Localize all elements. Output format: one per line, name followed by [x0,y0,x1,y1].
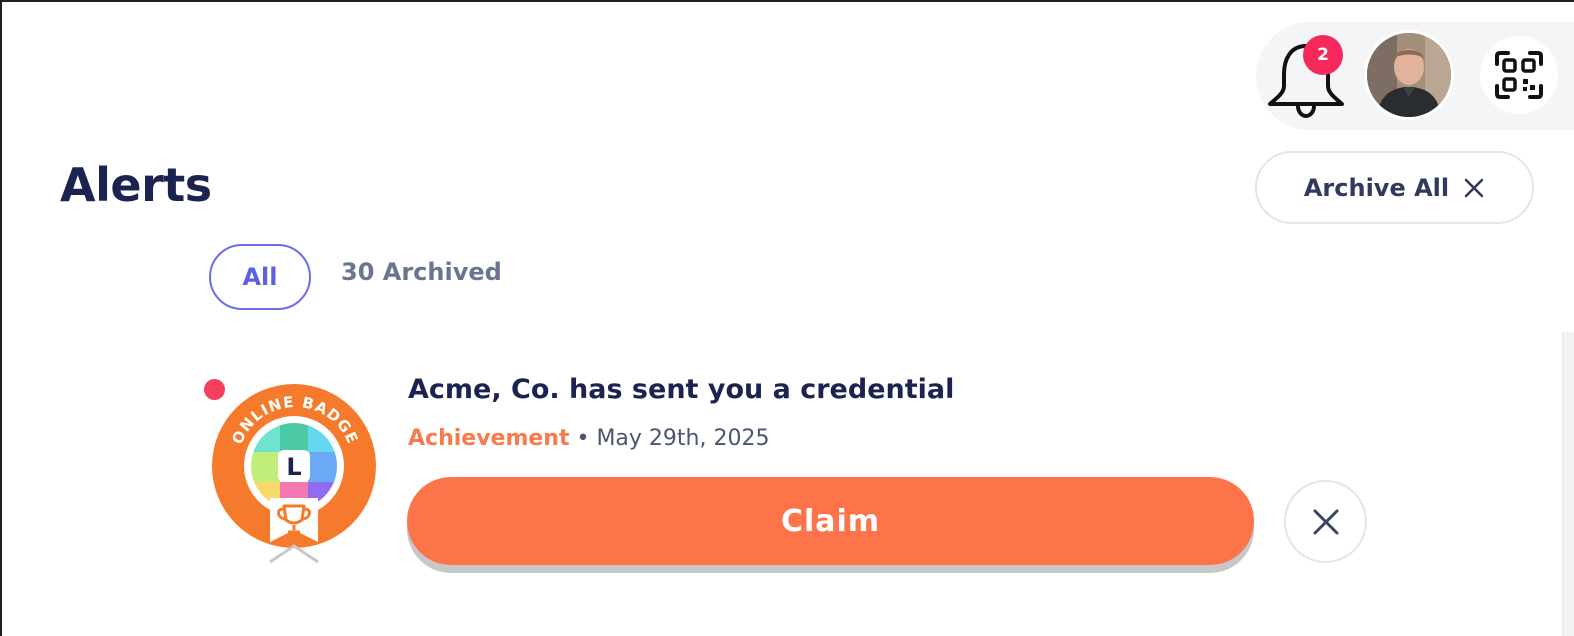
scrollbar-track[interactable] [1562,332,1574,636]
archive-all-button[interactable]: Archive All [1255,151,1534,224]
meta-separator: • [569,426,597,451]
user-avatar[interactable] [1364,30,1454,120]
qr-code-icon [1495,51,1543,99]
credential-badge-image: ONLINE BADGE L [212,384,376,564]
archive-all-label: Archive All [1303,173,1450,202]
qr-code-button[interactable] [1480,36,1558,114]
tab-archived[interactable]: 30 Archived [341,258,502,286]
alert-category: Achievement [408,426,570,451]
claim-button[interactable]: Claim [407,477,1254,565]
dismiss-alert-button[interactable] [1284,480,1367,563]
close-icon [1313,509,1338,534]
alert-meta: Achievement • May 29th, 2025 [408,426,769,451]
claim-label: Claim [780,503,881,539]
close-icon [1464,178,1484,197]
page-title: Alerts [60,158,212,212]
alert-title: Acme, Co. has sent you a credential [408,374,955,405]
avatar-photo [1367,33,1451,117]
tab-all[interactable]: All [209,244,311,310]
badge-letter: L [286,453,301,481]
notification-count-badge: 2 [1303,35,1343,75]
tab-all-label: All [242,263,278,291]
alert-date: May 29th, 2025 [596,426,770,451]
